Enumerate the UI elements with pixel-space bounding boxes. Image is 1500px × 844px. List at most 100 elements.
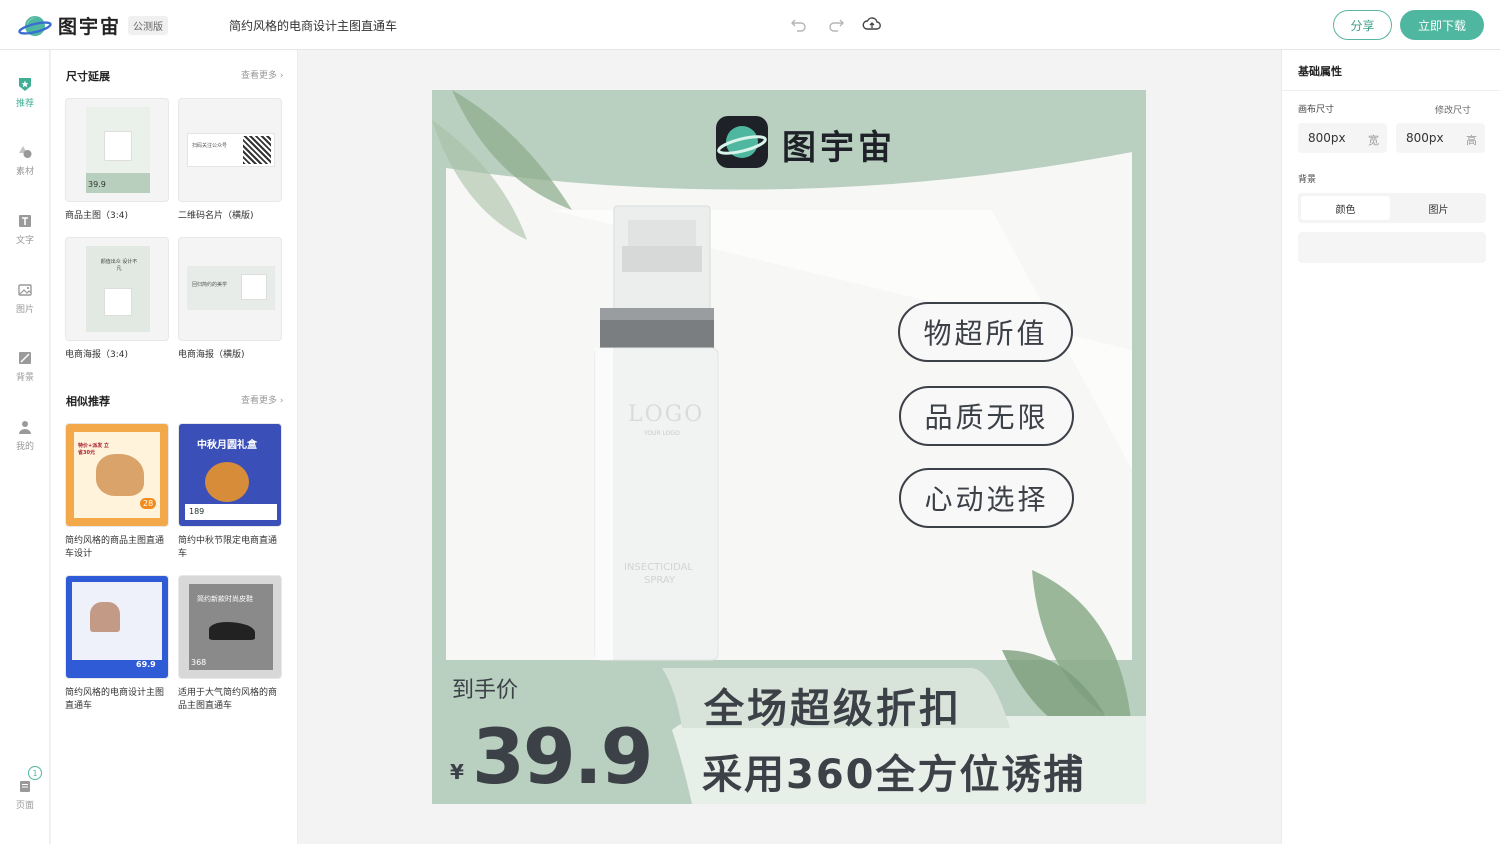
price-currency: ¥ [450, 760, 464, 784]
rail-label: 我的 [15, 442, 34, 452]
left-rail: 推荐 素材 文字 图片 背景 我的 页面 1 [0, 50, 50, 844]
rail-item-recommend[interactable]: 推荐 [0, 76, 50, 109]
template-thumbnail: 69.9 [65, 575, 169, 679]
height-value: 800px [1406, 131, 1444, 145]
undo-icon[interactable] [789, 14, 809, 34]
qr-code-icon [243, 136, 271, 164]
background-icon [19, 352, 31, 364]
thumb-price: 39.9 [88, 180, 106, 189]
poster-tag-text: 品质无限 [924, 401, 1049, 434]
template-label: 商品主图（3:4) [65, 211, 128, 221]
thumb-text: 中秋月圆礼盒 [197, 440, 257, 451]
template-card[interactable]: 中秋月圆礼盒 189 简约中秋节限定电商直通车 [178, 423, 282, 561]
price-label[interactable]: 到手价 [452, 672, 518, 704]
template-card[interactable]: 39.9 商品主图（3:4) [65, 98, 169, 223]
width-field[interactable]: 800px 宽 [1298, 123, 1387, 153]
download-button[interactable]: 立即下载 [1400, 10, 1484, 40]
cloud-save-icon[interactable] [862, 14, 882, 34]
template-card[interactable]: 特价+派发 立省30元 28 简约风格的商品主图直通车设计 [65, 423, 169, 561]
template-thumbnail: 扫码关注公众号 [178, 98, 282, 202]
bottle-sub-text: YOUR LOGO [644, 430, 680, 437]
rail-item-background[interactable]: 背景 [0, 350, 50, 383]
document-title[interactable]: 简约风格的电商设计主图直通车 [229, 17, 397, 34]
rail-item-image[interactable]: 图片 [0, 282, 50, 315]
headline-feature[interactable]: 采用360全方位诱捕 [702, 742, 1086, 800]
poster-tag-pill[interactable]: 物超所值 [898, 302, 1073, 362]
size-section-more-link[interactable]: 查看更多 › [241, 68, 283, 81]
app-name: 图宇宙 [58, 16, 122, 38]
change-size-link[interactable]: 修改尺寸 [1435, 103, 1471, 116]
thumb-text: 颜值出众 设计不凡 [100, 259, 138, 272]
poster-tag-pill[interactable]: 品质无限 [899, 386, 1074, 446]
thumb-text: 简约新款时尚皮鞋 [197, 595, 253, 603]
template-panel: 尺寸延展 查看更多 › 39.9 商品主图（3:4) 扫码关注公众号 二维码名片… [51, 50, 298, 844]
template-label: 适用于大气简约风格的商品主图直通车 [178, 688, 278, 711]
properties-panel: 基础属性 画布尺寸 修改尺寸 800px 宽 800px 高 背景 颜色 图片 [1281, 50, 1500, 844]
template-thumbnail: 简约新款时尚皮鞋 368 [178, 575, 282, 679]
poster-tag-text: 心动选择 [924, 483, 1049, 516]
template-card[interactable]: 69.9 简约风格的电商设计主图直通车 [65, 575, 169, 713]
user-icon [19, 421, 31, 434]
canvas-workspace[interactable]: 图宇宙 LOGO YOUR LOGO INSECTICIDAL SPRAY 物超… [298, 50, 1281, 844]
template-card[interactable]: 扫码关注公众号 二维码名片（横版) [178, 98, 282, 223]
canvas-size-label: 画布尺寸 [1298, 105, 1335, 115]
bottle-label-line1: INSECTICIDAL [624, 562, 694, 573]
shapes-icon [19, 146, 32, 158]
rail-label: 背景 [15, 373, 34, 383]
rail-item-pages[interactable]: 页面 [0, 778, 50, 811]
size-section-title: 尺寸延展 [66, 70, 110, 83]
template-card[interactable]: 颜值出众 设计不凡 电商海报（3:4) [65, 237, 169, 362]
width-value: 800px [1308, 131, 1346, 145]
app-logo[interactable]: 图宇宙 [18, 12, 121, 39]
background-color-field[interactable] [1298, 232, 1486, 263]
divider [1282, 90, 1500, 91]
background-type-switch: 颜色 图片 [1298, 193, 1486, 223]
rail-item-mine[interactable]: 我的 [0, 419, 50, 452]
similar-section-title: 相似推荐 [66, 395, 110, 408]
page-count-badge: 1 [28, 766, 42, 780]
template-label: 电商海报（3:4) [65, 350, 128, 360]
share-button[interactable]: 分享 [1333, 10, 1392, 40]
poster-brand-name[interactable]: 图宇宙 [782, 120, 896, 169]
rail-item-text[interactable]: 文字 [0, 213, 50, 246]
thumb-price: 69.9 [136, 660, 156, 669]
rail-label: 素材 [15, 167, 34, 177]
thumb-price: 189 [189, 507, 205, 516]
rail-label: 文字 [15, 236, 34, 246]
price-value[interactable]: 39.9 [472, 712, 654, 802]
template-thumbnail: 39.9 [65, 98, 169, 202]
rail-label: 图片 [15, 305, 34, 315]
star-shield-icon [19, 78, 31, 91]
template-thumbnail: 特价+派发 立省30元 28 [65, 423, 169, 527]
poster-tag-pill[interactable]: 心动选择 [899, 468, 1074, 528]
similar-section-more-link[interactable]: 查看更多 › [241, 393, 283, 406]
bg-tab-color[interactable]: 颜色 [1301, 196, 1390, 220]
thumb-text: 特价+派发 立省30元 [78, 443, 109, 456]
properties-title: 基础属性 [1298, 65, 1342, 78]
text-icon [19, 215, 31, 227]
template-label: 二维码名片（横版) [178, 211, 254, 221]
rail-label: 页面 [15, 801, 34, 811]
rail-label: 推荐 [15, 99, 34, 109]
template-card[interactable]: 回归简约的美学 电商海报（横版) [178, 237, 282, 362]
thumb-price: 368 [191, 658, 207, 667]
template-card[interactable]: 简约新款时尚皮鞋 368 适用于大气简约风格的商品主图直通车 [178, 575, 282, 713]
bg-tab-image[interactable]: 图片 [1394, 196, 1483, 220]
design-canvas[interactable]: 图宇宙 LOGO YOUR LOGO INSECTICIDAL SPRAY 物超… [432, 90, 1146, 804]
redo-icon[interactable] [826, 14, 846, 34]
bottle-logo-text: LOGO [628, 402, 705, 427]
top-bar: 图宇宙 公测版 简约风格的电商设计主图直通车 分享 立即下载 [0, 0, 1500, 50]
template-thumbnail: 颜值出众 设计不凡 [65, 237, 169, 341]
thumb-price: 28 [140, 498, 157, 509]
template-label: 简约中秋节限定电商直通车 [178, 536, 278, 559]
template-label: 简约风格的商品主图直通车设计 [65, 536, 165, 559]
bottle-label-line2: SPRAY [644, 575, 676, 586]
template-thumbnail: 中秋月圆礼盒 189 [178, 423, 282, 527]
rail-item-material[interactable]: 素材 [0, 144, 50, 177]
image-icon [18, 284, 32, 296]
pages-icon [20, 781, 30, 792]
height-field[interactable]: 800px 高 [1396, 123, 1485, 153]
headline-discount[interactable]: 全场超级折扣 [704, 676, 962, 734]
poster-tag-text: 物超所值 [923, 317, 1048, 350]
template-label: 简约风格的电商设计主图直通车 [65, 688, 165, 711]
